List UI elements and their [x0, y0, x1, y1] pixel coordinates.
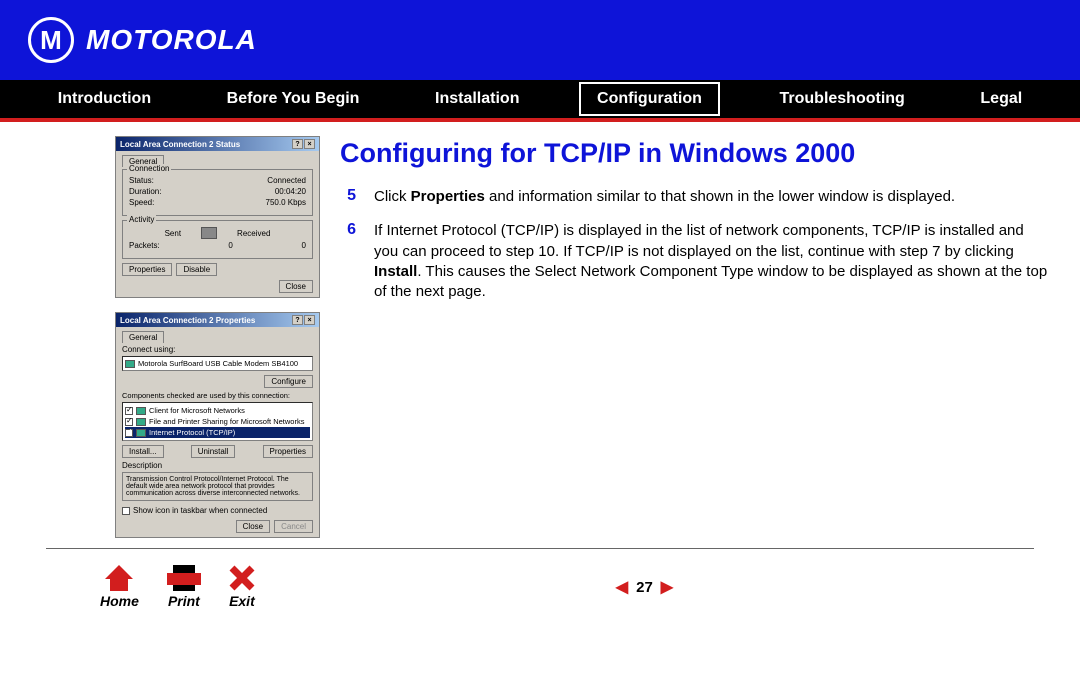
- close-button[interactable]: Close: [279, 280, 313, 293]
- disable-button[interactable]: Disable: [176, 263, 217, 276]
- status-dialog: Local Area Connection 2 Status ? × Gener…: [115, 136, 320, 298]
- prev-page-arrow-icon[interactable]: ◀: [616, 577, 628, 597]
- close-button[interactable]: Close: [236, 520, 270, 533]
- footer-divider: [46, 548, 1034, 549]
- step-number: 5: [340, 187, 356, 207]
- component-item-selected[interactable]: Internet Protocol (TCP/IP): [125, 427, 310, 438]
- nav-legal[interactable]: Legal: [964, 84, 1038, 114]
- content-area: Local Area Connection 2 Status ? × Gener…: [0, 122, 1080, 538]
- speed-label: Speed:: [129, 198, 154, 207]
- component-item[interactable]: Client for Microsoft Networks: [125, 405, 310, 416]
- adapter-name: Motorola SurfBoard USB Cable Modem SB410…: [138, 359, 298, 368]
- configure-button[interactable]: Configure: [264, 375, 313, 388]
- status-dialog-title: Local Area Connection 2 Status: [120, 140, 240, 149]
- speed-value: 750.0 Kbps: [266, 198, 306, 207]
- checkbox-icon[interactable]: [125, 418, 133, 426]
- nav-before-you-begin[interactable]: Before You Begin: [211, 84, 376, 114]
- step-5: 5 Click Properties and information simil…: [340, 187, 1050, 207]
- component-icon: [136, 429, 146, 437]
- pager: ◀ 27 ▶: [255, 577, 1034, 597]
- main-content: Configuring for TCP/IP in Windows 2000 5…: [340, 136, 1050, 538]
- help-icon[interactable]: ?: [292, 139, 303, 149]
- component-icon: [136, 407, 146, 415]
- brand-logo: M MOTOROLA: [28, 17, 257, 63]
- sent-label: Sent: [165, 229, 181, 238]
- connect-using-label: Connect using:: [122, 345, 313, 354]
- components-label: Components checked are used by this conn…: [122, 391, 313, 400]
- nav-configuration[interactable]: Configuration: [579, 82, 720, 116]
- packets-received: 0: [302, 241, 306, 250]
- brand-text: MOTOROLA: [86, 24, 257, 56]
- exit-label: Exit: [229, 593, 255, 609]
- properties-button[interactable]: Properties: [263, 445, 313, 458]
- step-text: Click Properties and information similar…: [374, 187, 955, 207]
- exit-button[interactable]: Exit: [229, 565, 255, 609]
- status-dialog-titlebar: Local Area Connection 2 Status ? ×: [116, 137, 319, 151]
- show-icon-checkbox[interactable]: [122, 507, 130, 515]
- checkbox-icon[interactable]: [125, 429, 133, 437]
- step-text: If Internet Protocol (TCP/IP) is display…: [374, 221, 1050, 302]
- step-6: 6 If Internet Protocol (TCP/IP) is displ…: [340, 221, 1050, 302]
- show-icon-label: Show icon in taskbar when connected: [133, 506, 267, 515]
- component-label: Internet Protocol (TCP/IP): [149, 428, 235, 437]
- network-activity-icon: [201, 227, 217, 239]
- description-label: Description: [122, 461, 313, 470]
- exit-icon: [229, 565, 255, 591]
- component-icon: [136, 418, 146, 426]
- screenshots-column: Local Area Connection 2 Status ? × Gener…: [30, 136, 320, 538]
- footer-actions: Home Print Exit: [100, 565, 255, 609]
- home-label: Home: [100, 593, 139, 609]
- page-number: 27: [636, 579, 653, 596]
- home-icon: [105, 565, 133, 591]
- nav-bar: Introduction Before You Begin Installati…: [0, 80, 1080, 118]
- checkbox-icon[interactable]: [125, 407, 133, 415]
- page-title: Configuring for TCP/IP in Windows 2000: [340, 138, 1050, 169]
- nav-introduction[interactable]: Introduction: [42, 84, 167, 114]
- connection-group-label: Connection: [127, 164, 171, 173]
- close-icon[interactable]: ×: [304, 315, 315, 325]
- step-number: 6: [340, 221, 356, 302]
- nav-troubleshooting[interactable]: Troubleshooting: [764, 84, 921, 114]
- duration-value: 00:04:20: [275, 187, 306, 196]
- properties-dialog: Local Area Connection 2 Properties ? × G…: [115, 312, 320, 538]
- activity-group-label: Activity: [127, 215, 156, 224]
- properties-dialog-titlebar: Local Area Connection 2 Properties ? ×: [116, 313, 319, 327]
- help-icon[interactable]: ?: [292, 315, 303, 325]
- adapter-icon: [125, 360, 135, 368]
- component-item[interactable]: File and Printer Sharing for Microsoft N…: [125, 416, 310, 427]
- cancel-button[interactable]: Cancel: [274, 520, 313, 533]
- properties-dialog-title: Local Area Connection 2 Properties: [120, 316, 255, 325]
- component-label: File and Printer Sharing for Microsoft N…: [149, 417, 304, 426]
- uninstall-button[interactable]: Uninstall: [191, 445, 236, 458]
- packets-label: Packets:: [129, 241, 160, 250]
- next-page-arrow-icon[interactable]: ▶: [661, 577, 673, 597]
- logo-emblem-icon: M: [28, 17, 74, 63]
- nav-installation[interactable]: Installation: [419, 84, 535, 114]
- print-button[interactable]: Print: [167, 565, 201, 609]
- home-button[interactable]: Home: [100, 565, 139, 609]
- description-text: Transmission Control Protocol/Internet P…: [122, 472, 313, 501]
- component-label: Client for Microsoft Networks: [149, 406, 245, 415]
- print-label: Print: [168, 593, 200, 609]
- duration-label: Duration:: [129, 187, 161, 196]
- properties-button[interactable]: Properties: [122, 263, 172, 276]
- close-icon[interactable]: ×: [304, 139, 315, 149]
- received-label: Received: [237, 229, 270, 238]
- header-bar: M MOTOROLA: [0, 0, 1080, 80]
- print-icon: [167, 565, 201, 591]
- install-button[interactable]: Install...: [122, 445, 164, 458]
- packets-sent: 0: [160, 241, 302, 250]
- status-label: Status:: [129, 176, 154, 185]
- status-value: Connected: [267, 176, 306, 185]
- props-tab-general[interactable]: General: [122, 331, 164, 343]
- footer: Home Print Exit ◀ 27 ▶: [0, 559, 1080, 609]
